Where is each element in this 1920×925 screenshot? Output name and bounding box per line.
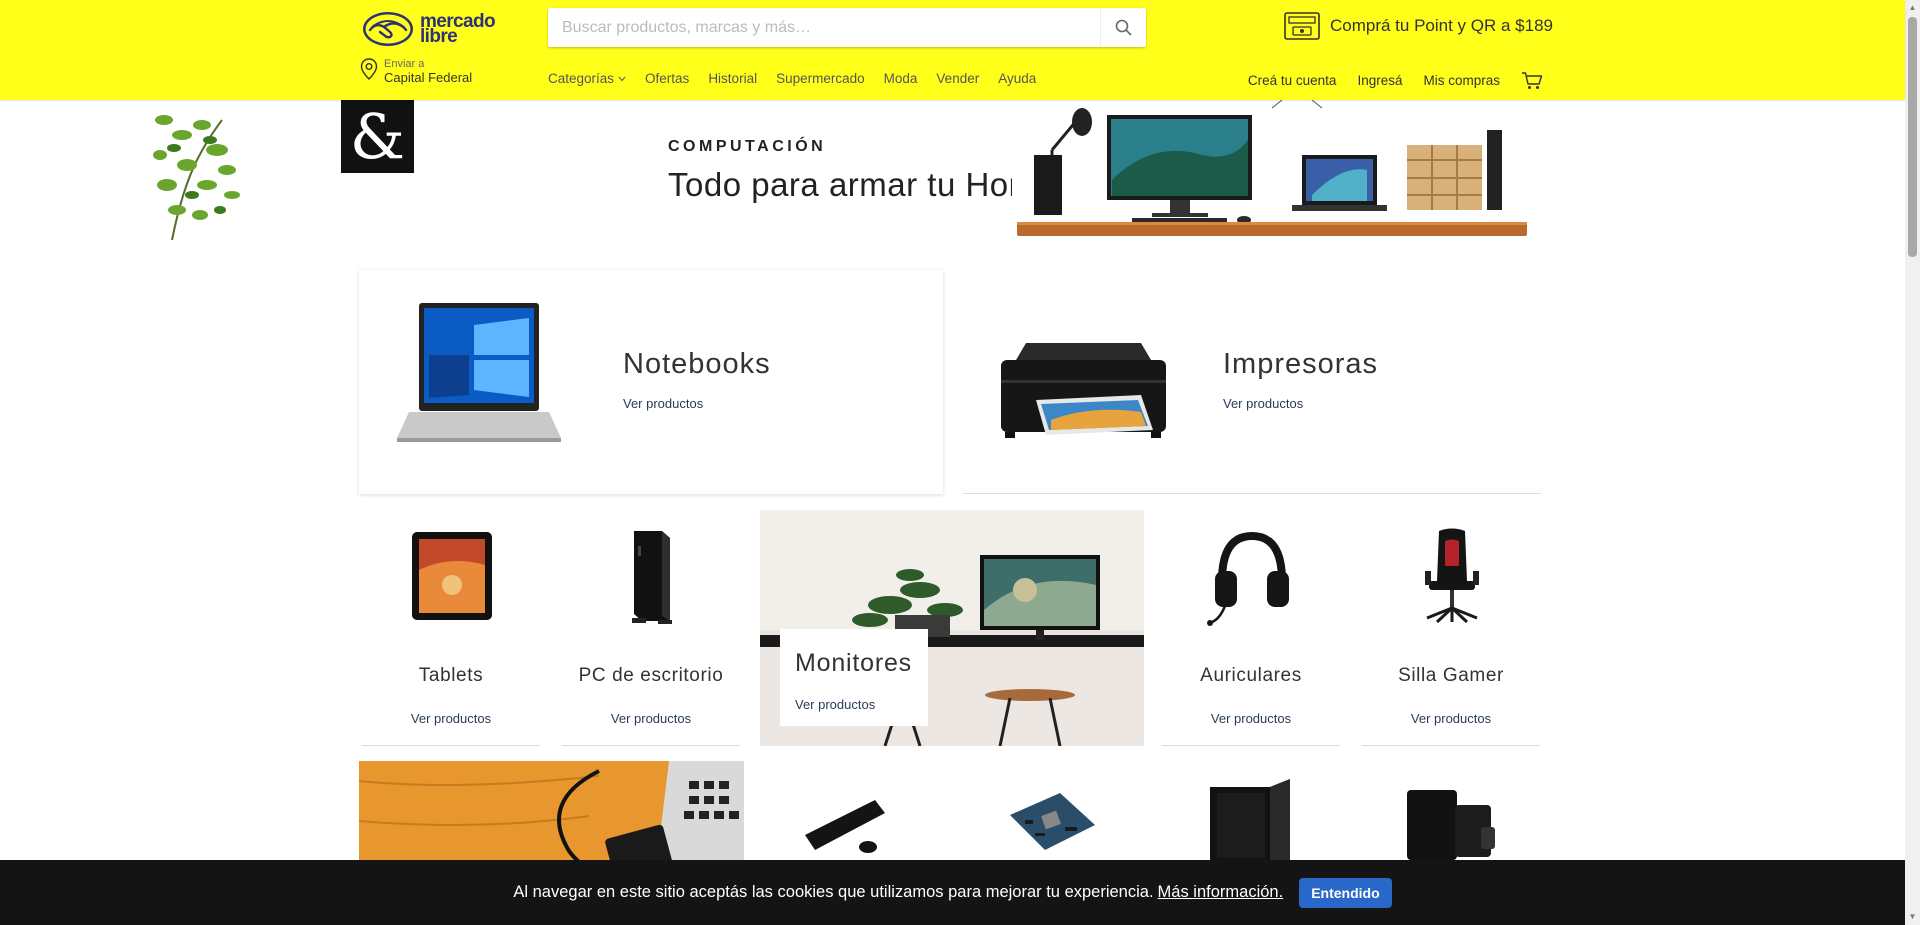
plant-image: [152, 100, 247, 240]
printer-image: [1001, 343, 1166, 438]
brand-ampersand-logo: &: [341, 100, 414, 173]
location-value: Capital Federal: [384, 70, 473, 85]
login-link[interactable]: Ingresá: [1357, 73, 1402, 88]
nav-ayuda[interactable]: Ayuda: [998, 71, 1036, 86]
header: mercado libre Comprá tu Point y QR a $18…: [0, 0, 1905, 100]
account-menu: Creá tu cuenta Ingresá Mis compras: [1227, 71, 1543, 90]
tablet-image: [407, 526, 497, 626]
tablets-title: Tablets: [418, 665, 484, 686]
nav-supermercado[interactable]: Supermercado: [776, 71, 865, 86]
silla-gamer-link[interactable]: Ver productos: [1362, 711, 1540, 726]
desktop-pc-image: [607, 526, 697, 626]
delivery-location[interactable]: Enviar a Capital Federal: [360, 58, 472, 86]
nav-categorias[interactable]: Categorías: [548, 71, 626, 86]
category-card-teclados[interactable]: [790, 775, 900, 865]
category-card-componentes[interactable]: [995, 775, 1105, 865]
pc-case-image: [1210, 779, 1290, 865]
scroll-up-arrow-icon[interactable]: ▲: [1908, 3, 1917, 12]
monitores-title: Monitores: [795, 649, 912, 677]
location-pin-icon: [360, 58, 378, 80]
category-card-tablets[interactable]: Tablets Ver productos: [362, 508, 540, 746]
point-device-icon: [1284, 12, 1320, 40]
auriculares-link[interactable]: Ver productos: [1162, 711, 1340, 726]
notebook-image: [397, 303, 561, 442]
vertical-scrollbar[interactable]: ▲ ▼: [1905, 0, 1920, 925]
speakers-image: [1407, 790, 1495, 860]
category-card-gabinetes[interactable]: [1195, 775, 1305, 865]
tablets-link[interactable]: Ver productos: [362, 711, 540, 726]
cart-icon: [1522, 72, 1543, 89]
chevron-down-icon: [618, 76, 626, 81]
search-icon: [1115, 19, 1132, 36]
search-bar: [548, 8, 1146, 47]
search-button[interactable]: [1100, 8, 1146, 47]
scroll-down-arrow-icon[interactable]: ▼: [1908, 912, 1917, 921]
create-account-link[interactable]: Creá tu cuenta: [1248, 73, 1337, 88]
handshake-logo-icon: [363, 12, 413, 46]
promo-text: Comprá tu Point y QR a $189: [1330, 16, 1554, 35]
notebooks-link[interactable]: Ver productos: [623, 396, 703, 411]
notebooks-title: Notebooks: [623, 348, 771, 380]
home-office-desk-image: [1012, 100, 1532, 240]
cookie-more-info-link[interactable]: Más información.: [1158, 883, 1284, 902]
impresoras-title: Impresoras: [1223, 348, 1379, 380]
home-office-banner[interactable]: & COMPUTACIÓN Todo para armar tu Home Of…: [152, 100, 1750, 240]
cookie-message: Al navegar en este sitio aceptás las coo…: [513, 883, 1154, 901]
cookie-banner: Al navegar en este sitio aceptás las coo…: [0, 860, 1905, 925]
category-card-auriculares[interactable]: Auriculares Ver productos: [1162, 508, 1340, 746]
nav-ofertas[interactable]: Ofertas: [645, 71, 689, 86]
monitores-link[interactable]: Ver productos: [795, 697, 875, 712]
category-card-pc-escritorio[interactable]: PC de escritorio Ver productos: [562, 508, 740, 746]
category-card-monitores[interactable]: Monitores Ver productos: [760, 510, 1144, 746]
category-card-impresoras[interactable]: Impresoras Ver productos: [963, 270, 1541, 494]
category-card-notebooks[interactable]: Notebooks Ver productos: [359, 270, 943, 494]
pc-link[interactable]: Ver productos: [562, 711, 740, 726]
mercadolibre-logo[interactable]: mercado libre: [362, 8, 496, 50]
category-card-silla-gamer[interactable]: Silla Gamer Ver productos: [1362, 508, 1540, 746]
motherboard-image: [1010, 793, 1095, 850]
location-label: Enviar a: [384, 58, 425, 70]
keyboard-mouse-image: [805, 800, 885, 853]
headphones-image: [1207, 526, 1297, 626]
nav-categorias-label: Categorías: [548, 71, 615, 86]
nav-moda[interactable]: Moda: [884, 71, 918, 86]
logo-wordmark: mercado libre: [420, 12, 496, 46]
point-promo[interactable]: Comprá tu Point y QR a $189: [1284, 12, 1553, 40]
cookie-accept-button[interactable]: Entendido: [1299, 877, 1392, 908]
scrollbar-thumb[interactable]: [1908, 17, 1917, 257]
gamer-chair-image: [1407, 526, 1497, 626]
page: mercado libre Comprá tu Point y QR a $18…: [0, 0, 1920, 925]
monitores-label-box: Monitores Ver productos: [780, 629, 928, 726]
pc-title: PC de escritorio: [578, 665, 724, 686]
my-purchases-link[interactable]: Mis compras: [1423, 73, 1500, 88]
cart-button[interactable]: [1521, 71, 1543, 90]
nav-historial[interactable]: Historial: [708, 71, 757, 86]
category-card-fuentes[interactable]: [1395, 775, 1505, 865]
auriculares-title: Auriculares: [1200, 665, 1302, 686]
nav-vender[interactable]: Vender: [936, 71, 979, 86]
silla-gamer-title: Silla Gamer: [1398, 665, 1504, 686]
main-nav: Categorías Ofertas Historial Supermercad…: [548, 71, 1055, 86]
impresoras-link[interactable]: Ver productos: [1223, 396, 1303, 411]
search-input[interactable]: [548, 8, 1098, 47]
